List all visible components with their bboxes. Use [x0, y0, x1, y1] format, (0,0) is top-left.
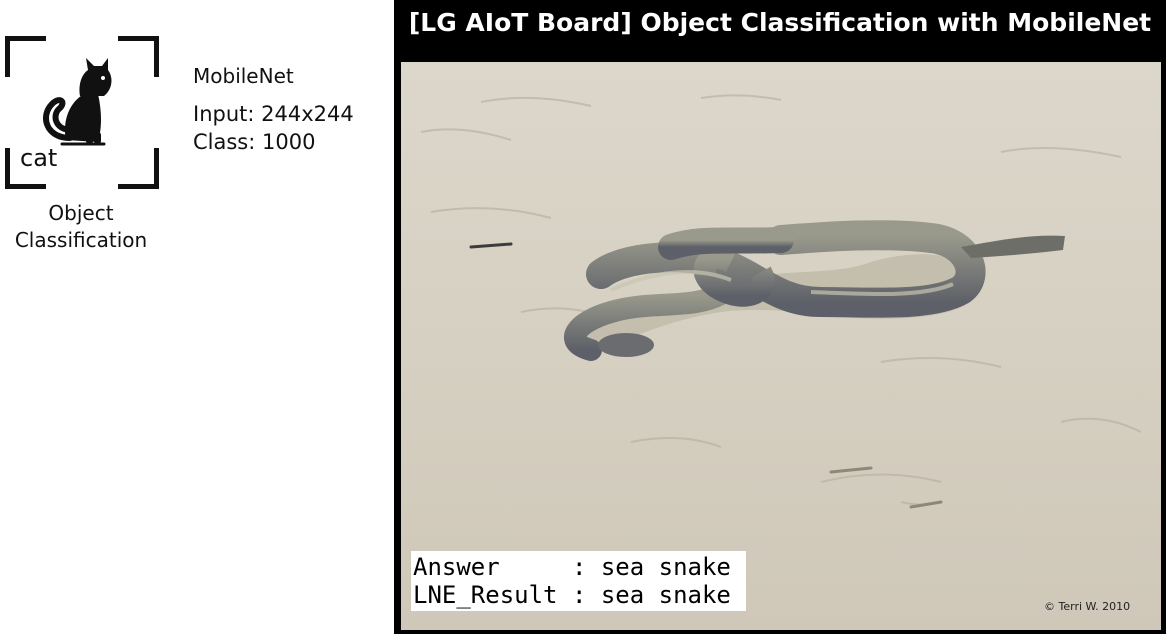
- task-title-line-1: Object: [48, 201, 114, 225]
- sea-snake-photo: [401, 62, 1161, 630]
- lne-result-line: LNE_Result : sea snake: [413, 581, 731, 609]
- task-title-line-2: Classification: [14, 228, 148, 252]
- result-overlay: Answer : sea snake LNE_Result : sea snak…: [411, 551, 746, 611]
- page: cat Object Classification MobileNet Inpu…: [0, 0, 1166, 634]
- model-input-size: Input: 244x244: [193, 102, 354, 126]
- answer-line: Answer : sea snake: [413, 553, 731, 581]
- frame-corner-bottom-right: [118, 148, 159, 189]
- cat-icon: [43, 58, 112, 146]
- task-title: Object Classification: [0, 200, 162, 254]
- photo-credit: © Terri W. 2010: [1044, 600, 1131, 613]
- model-name: MobileNet: [193, 64, 294, 88]
- frame-corner-top-right: [118, 36, 159, 77]
- model-class-count: Class: 1000: [193, 130, 316, 154]
- task-card: cat Object Classification MobileNet Inpu…: [0, 0, 380, 634]
- demo-panel: [LG AIoT Board] Object Classification wi…: [394, 0, 1166, 634]
- icon-label: cat: [20, 144, 58, 172]
- demo-title: [LG AIoT Board] Object Classification wi…: [408, 8, 1152, 37]
